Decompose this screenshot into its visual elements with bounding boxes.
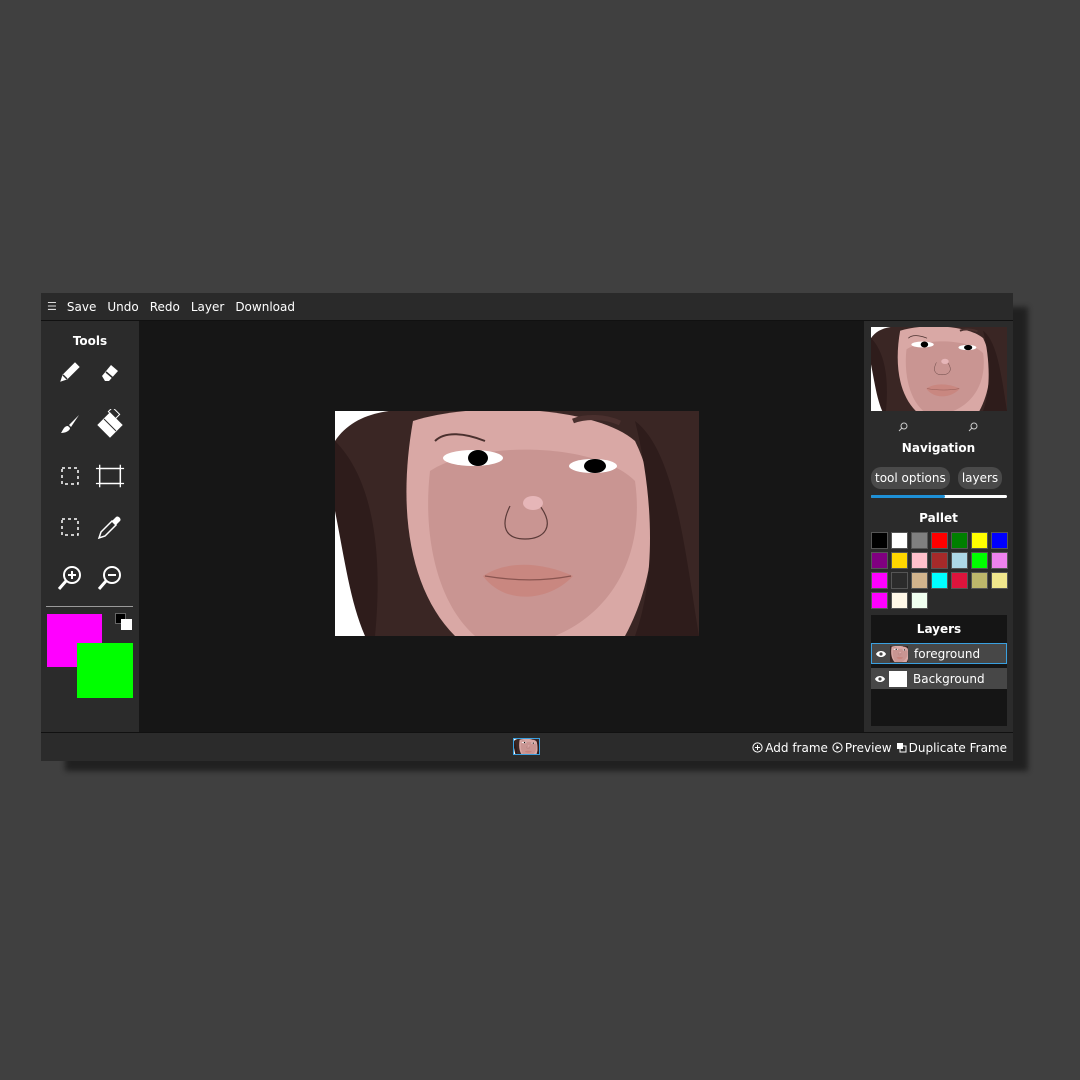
pallet-swatch[interactable] [891,572,908,589]
crop-icon[interactable] [95,461,125,491]
pallet-swatch[interactable] [911,532,928,549]
pallet-swatch[interactable] [931,552,948,569]
duplicate-icon [896,743,907,753]
frames-bar: Add frame Preview Duplicate Frame [41,732,1013,761]
pallet-swatch[interactable] [951,552,968,569]
tab-layers[interactable]: layers [957,467,1003,489]
rect-select-icon[interactable] [55,461,85,491]
tools-panel: Tools [41,321,139,732]
add-frame-button[interactable]: Add frame [752,741,828,755]
menu-redo[interactable]: Redo [150,300,180,314]
pallet-swatch[interactable] [871,592,888,609]
panel-tabs: tool options layers pr [871,467,1007,489]
layer-name: foreground [914,646,981,661]
pallet-swatch[interactable] [951,572,968,589]
fill-bucket-icon[interactable] [95,409,125,439]
layer-row-foreground[interactable]: foreground [871,643,1007,664]
menu-download[interactable]: Download [235,300,295,314]
pallet-swatch[interactable] [931,532,948,549]
eye-icon[interactable] [872,650,890,658]
pallet-swatch[interactable] [871,532,888,549]
pallet-swatch[interactable] [911,572,928,589]
menu-layer[interactable]: Layer [191,300,224,314]
nav-zoom-in-icon[interactable] [898,417,908,432]
pallet-swatch[interactable] [951,532,968,549]
frame-actions: Add frame Preview Duplicate Frame [748,733,1007,762]
play-circle-icon [832,742,843,753]
pallet-swatch[interactable] [911,552,928,569]
pallet-swatch[interactable] [911,592,928,609]
default-colors-icon[interactable] [115,613,133,631]
right-panel: Navigation tool options layers pr Pallet… [864,321,1013,732]
navigation-preview[interactable] [871,327,1007,411]
plus-circle-icon [752,742,763,753]
canvas-area[interactable] [139,321,864,732]
brush-icon[interactable] [55,409,85,439]
layers-title: Layers [916,622,962,636]
pallet-swatch[interactable] [971,572,988,589]
pallet-swatch[interactable] [891,552,908,569]
select-icon[interactable] [55,512,85,542]
secondary-color-swatch[interactable] [77,643,133,698]
pallet-swatch[interactable] [891,532,908,549]
menu-undo[interactable]: Undo [107,300,138,314]
nav-zoom-out-icon[interactable] [968,417,978,432]
paint-app-window: ☰ Save Undo Redo Layer Download Tools Na… [41,293,1013,761]
pallet-swatch[interactable] [991,532,1008,549]
add-frame-label: Add frame [765,740,828,755]
tabs-scrollbar[interactable] [871,495,1007,498]
eraser-icon[interactable] [95,357,125,387]
eyedropper-icon[interactable] [95,512,125,542]
duplicate-frame-button[interactable]: Duplicate Frame [896,741,1007,755]
layer-row-background[interactable]: Background [871,668,1007,689]
preview-label: Preview [844,740,892,755]
layer-thumbnail [889,670,907,687]
layers-panel: Layers foreground Background [871,615,1007,726]
pallet-swatch[interactable] [971,552,988,569]
layer-name: Background [913,671,985,686]
menu-bar: ☰ Save Undo Redo Layer Download [41,293,1013,321]
tab-tool-options[interactable]: tool options [871,467,950,489]
tools-title: Tools [72,334,108,348]
pallet-swatch[interactable] [991,572,1008,589]
preview-button[interactable]: Preview [832,741,892,755]
tools-divider [46,606,133,607]
pallet-swatch[interactable] [871,572,888,589]
pallet-title: Pallet [919,511,958,525]
drawing-canvas[interactable] [335,411,699,636]
pencil-icon[interactable] [55,357,85,387]
pallet-swatch[interactable] [891,592,908,609]
layer-thumbnail [890,645,908,662]
pallet-swatch[interactable] [931,572,948,589]
zoom-out-icon[interactable] [95,563,125,593]
zoom-in-icon[interactable] [55,563,85,593]
frame-thumbnail[interactable] [513,738,540,755]
menu-save[interactable]: Save [67,300,96,314]
pallet-swatch[interactable] [971,532,988,549]
pallet-swatch[interactable] [871,552,888,569]
pallet-swatch[interactable] [991,552,1008,569]
eye-icon[interactable] [871,675,889,683]
duplicate-frame-label: Duplicate Frame [908,740,1007,755]
hamburger-icon[interactable]: ☰ [47,300,57,313]
navigation-title: Navigation [901,441,976,455]
